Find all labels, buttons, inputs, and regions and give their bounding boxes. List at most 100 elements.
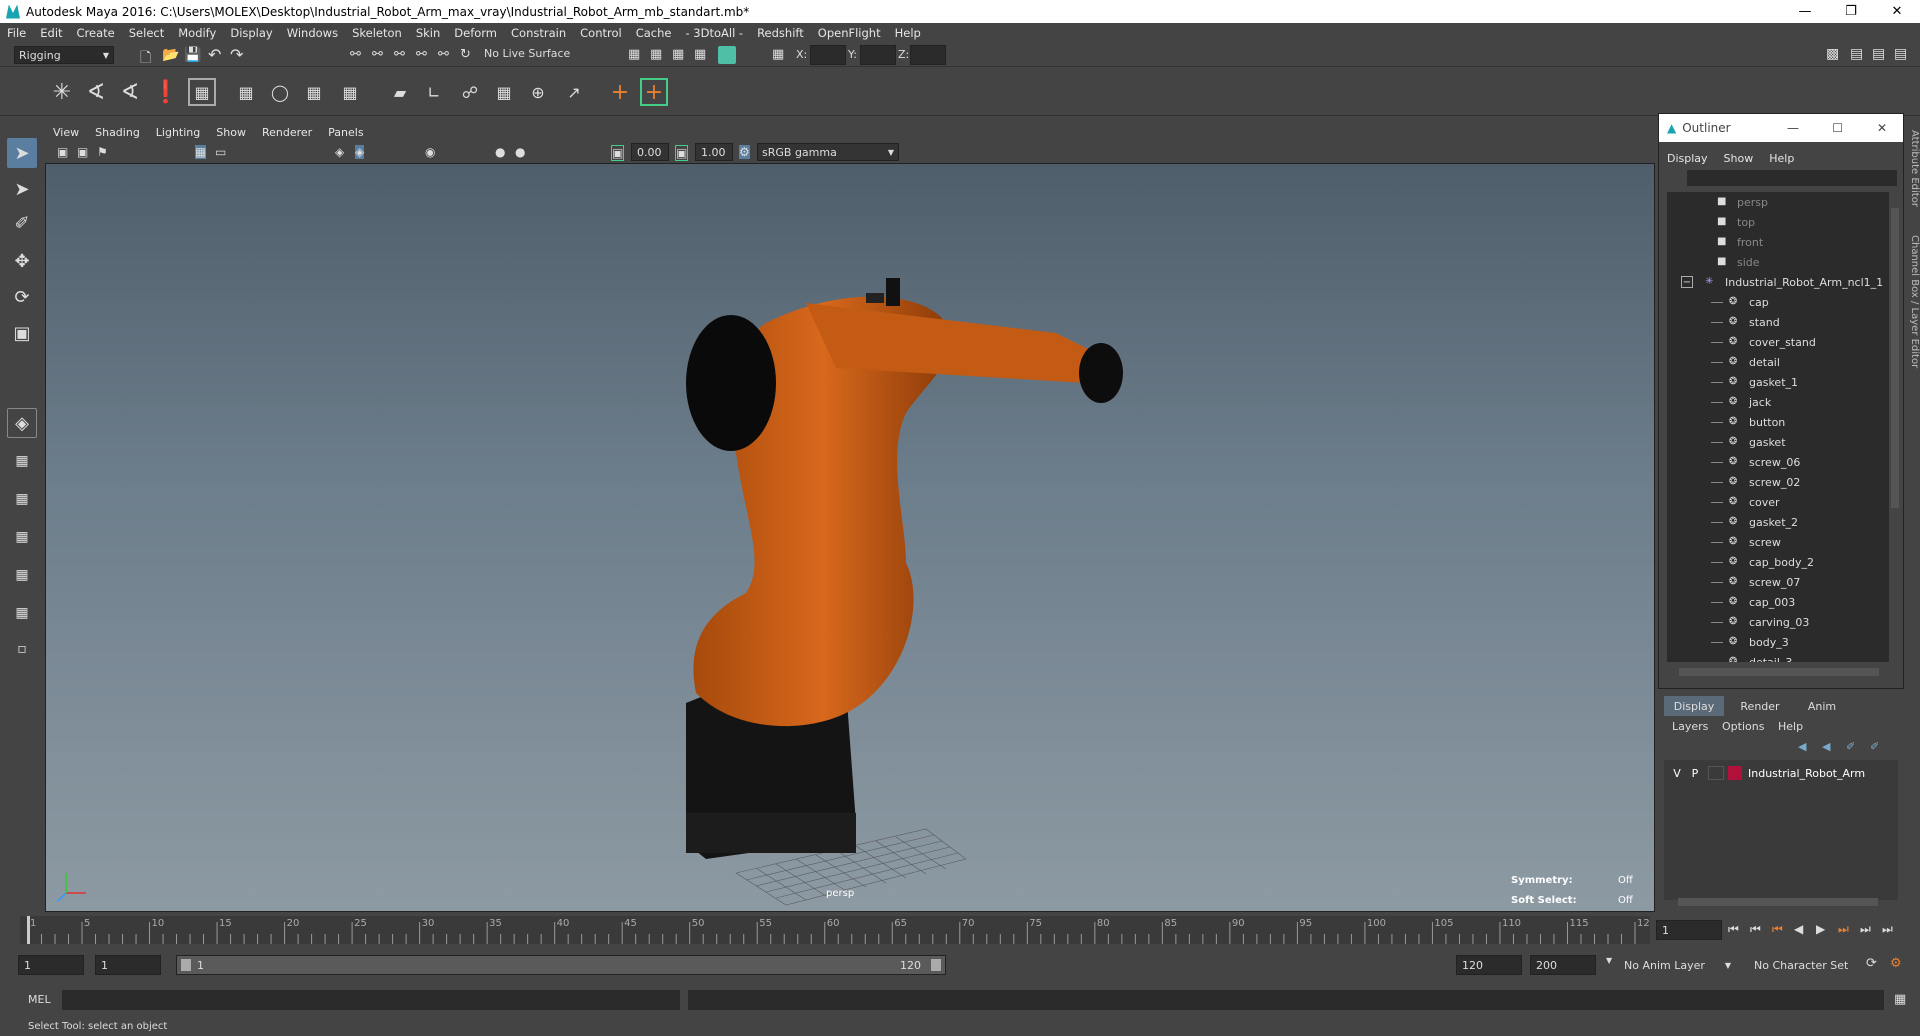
anim-prefs-icon[interactable]: ⚙ (1890, 956, 1902, 971)
tab-display[interactable]: Display (1664, 696, 1724, 716)
single-view-icon[interactable]: ◈ (7, 408, 37, 438)
menu-redshift[interactable]: Redshift (750, 26, 811, 40)
outliner-item[interactable]: ❂ cap_body_2 (1667, 552, 1889, 572)
outliner-item[interactable]: ❂ detail (1667, 352, 1889, 372)
time-slider[interactable]: 1 5 10 15 20 25 30 35 40 45 50 55 60 65 70 75 80 85 90 95 10… (0, 912, 1920, 948)
xray-icon[interactable]: ● (495, 145, 505, 159)
menu-modify[interactable]: Modify (171, 26, 223, 40)
ipr-render-icon[interactable]: ▦ (672, 47, 684, 62)
outliner-hscrollbar[interactable] (1679, 668, 1879, 676)
graph-view-icon[interactable]: ▦ (7, 560, 37, 590)
isolate-select-icon[interactable]: ◉ (425, 145, 435, 159)
cluster-icon[interactable]: ▦ (300, 78, 328, 106)
vp-menu-renderer[interactable]: Renderer (254, 126, 320, 139)
outliner-item[interactable]: ❂ body_3 (1667, 632, 1889, 652)
outliner-item[interactable]: ❂ detail_3 (1667, 652, 1889, 662)
outliner-camera[interactable]: ■ front (1667, 232, 1889, 252)
layer-hscrollbar[interactable] (1678, 898, 1878, 906)
select-tool-icon[interactable]: ➤ (7, 138, 37, 168)
menu-constrain[interactable]: Constrain (504, 26, 573, 40)
layer-visibility-toggle[interactable]: V (1668, 767, 1686, 780)
gamma-icon[interactable]: ▣ (675, 145, 689, 161)
outliner-camera[interactable]: ■ side (1667, 252, 1889, 272)
open-scene-icon[interactable]: 📂 (162, 47, 179, 63)
outliner-item[interactable]: ❂ gasket_2 (1667, 512, 1889, 532)
outliner-item[interactable]: ❂ carving_03 (1667, 612, 1889, 632)
bind-skin-icon[interactable]: ▦ (188, 78, 216, 106)
gamma-field[interactable]: 1.00 (695, 143, 733, 161)
character-set-dropdown[interactable]: No Character Set (1754, 955, 1864, 975)
menu-create[interactable]: Create (70, 26, 122, 40)
outliner-scrollbar[interactable] (1891, 208, 1899, 508)
snap-point-icon[interactable]: ↻ (460, 47, 471, 62)
step-forward-icon[interactable]: ⏭ (1860, 922, 1871, 937)
vp-menu-panels[interactable]: Panels (320, 126, 371, 139)
end-time-field[interactable]: 200 (1530, 955, 1596, 975)
step-back-icon[interactable]: ⏮ (1750, 922, 1761, 937)
menu-edit[interactable]: Edit (33, 26, 69, 40)
nonlinear-icon[interactable]: ▦ (336, 78, 364, 106)
side-tab-channel-box[interactable]: Channel Box / Layer Editor (1906, 235, 1920, 435)
render-current-icon[interactable]: ▦ (650, 47, 662, 62)
exposure-field[interactable]: 0.00 (631, 143, 669, 161)
menu-cache[interactable]: Cache (629, 26, 679, 40)
transform-constraint-icon[interactable]: ▦ (772, 47, 784, 62)
tab-anim[interactable]: Anim (1792, 696, 1852, 716)
playback-start-field[interactable]: 1 (95, 955, 161, 975)
menu-file[interactable]: File (0, 26, 33, 40)
outliner-menu-help[interactable]: Help (1761, 152, 1802, 165)
layer-menu-help[interactable]: Help (1778, 720, 1803, 733)
outliner-item[interactable]: ❂ cover_stand (1667, 332, 1889, 352)
wrap-icon[interactable]: ◯ (266, 78, 294, 106)
render-settings-icon[interactable]: ▦ (694, 47, 706, 62)
lattice-icon[interactable]: ▦ (232, 78, 260, 106)
grid-toggle-icon[interactable]: ▦ (195, 145, 207, 159)
outliner-camera[interactable]: ■ top (1667, 212, 1889, 232)
menuset-dropdown[interactable]: Rigging ▼ (14, 46, 114, 64)
outliner-item[interactable]: ❂ gasket (1667, 432, 1889, 452)
paint-select-icon[interactable]: ✐ (7, 208, 37, 238)
current-frame-field[interactable]: 1 (1656, 920, 1722, 940)
playback-end-field[interactable]: 120 (1456, 955, 1522, 975)
tool-settings-toggle-icon[interactable]: ▤ (1894, 46, 1907, 62)
lasso-tool-icon[interactable]: ➤ (7, 174, 37, 204)
move-layer-up-icon[interactable]: ◀ (1798, 740, 1806, 753)
outliner-item[interactable]: ❂ screw_06 (1667, 452, 1889, 472)
current-time-marker[interactable] (27, 916, 30, 944)
vp-menu-show[interactable]: Show (208, 126, 254, 139)
maximize-button[interactable]: ❐ (1828, 0, 1874, 23)
command-input[interactable] (62, 990, 680, 1010)
scale-constraint-icon[interactable]: ▦ (490, 78, 518, 106)
close-button[interactable]: ✕ (1874, 0, 1920, 23)
pole-vector-icon[interactable]: ↗ (560, 78, 588, 106)
layer-playback-toggle[interactable]: P (1686, 767, 1704, 780)
wireframe-icon[interactable]: ◈ (335, 145, 344, 159)
ik-handle-icon[interactable]: ∢ (82, 78, 110, 106)
outliner-item[interactable]: ❂ cap (1667, 292, 1889, 312)
new-layer-icon[interactable]: ✐ (1846, 740, 1855, 753)
play-back-icon[interactable]: ◀ (1794, 922, 1803, 936)
scale-tool-icon[interactable]: ▣ (7, 318, 37, 348)
snap-grid-icon[interactable]: ⚯ (416, 47, 427, 62)
point-constraint-icon[interactable]: ∟ (420, 78, 448, 106)
go-to-end-icon[interactable]: ⏭ (1882, 922, 1893, 937)
menu-openflight[interactable]: OpenFlight (811, 26, 888, 40)
hypershade-icon[interactable] (718, 46, 736, 64)
layer-type-toggle[interactable] (1708, 766, 1724, 780)
outliner-menu-display[interactable]: Display (1659, 152, 1716, 165)
x-field[interactable] (810, 45, 846, 65)
select-by-hierarchy-icon[interactable]: ⚯ (350, 47, 361, 62)
range-end-handle[interactable] (931, 959, 941, 971)
menu-3dtoall[interactable]: - 3DtoAll - (678, 26, 750, 40)
layer-menu-options[interactable]: Options (1722, 720, 1764, 733)
mirror-joint-icon[interactable]: ❗ (152, 78, 180, 106)
select-by-component-icon[interactable]: ⚯ (394, 47, 405, 62)
outliner-item[interactable]: ❂ cover (1667, 492, 1889, 512)
outliner-item[interactable]: ❂ screw_07 (1667, 572, 1889, 592)
vp-menu-lighting[interactable]: Lighting (148, 126, 208, 139)
go-to-start-icon[interactable]: ⏮ (1728, 922, 1739, 937)
outliner-maximize-button[interactable]: ☐ (1832, 121, 1843, 135)
menu-select[interactable]: Select (122, 26, 171, 40)
start-time-field[interactable]: 1 (18, 955, 84, 975)
outliner-item[interactable]: ❂ cap_003 (1667, 592, 1889, 612)
